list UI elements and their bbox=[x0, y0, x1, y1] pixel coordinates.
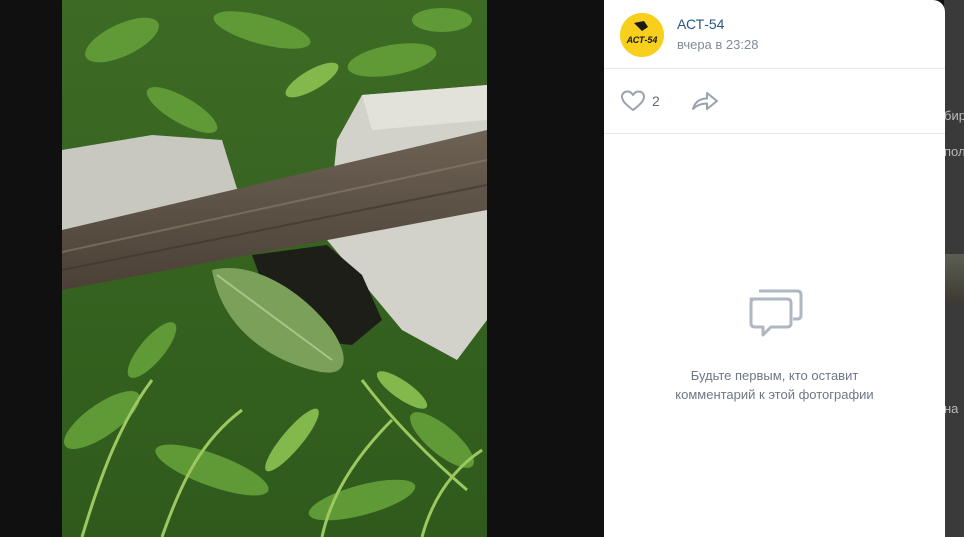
share-button[interactable] bbox=[690, 89, 720, 113]
share-arrow-icon bbox=[692, 92, 718, 110]
background-text: бир bbox=[944, 108, 964, 123]
empty-comments-text: Будьте первым, кто оставит комментарий к… bbox=[604, 366, 945, 404]
empty-comments-line: Будьте первым, кто оставит bbox=[690, 368, 859, 383]
background-thumbnail bbox=[944, 254, 964, 302]
avatar[interactable]: АСТ-54 bbox=[620, 13, 664, 57]
background-text: пол bbox=[944, 144, 964, 159]
post-side-panel: АСТ-54 АСТ-54 вчера в 23:28 2 Будьте пер… bbox=[604, 0, 945, 537]
post-photo[interactable] bbox=[62, 0, 487, 537]
heart-icon bbox=[621, 90, 645, 111]
photo-viewer: бир пол на АСТ-54 АСТ-54 вчера в 23:28 2… bbox=[0, 0, 964, 537]
avatar-text: АСТ-54 bbox=[626, 35, 658, 45]
comments-empty-state: Будьте первым, кто оставит комментарий к… bbox=[604, 285, 945, 404]
avatar-logo-icon: АСТ-54 bbox=[620, 13, 664, 57]
post-actions: 2 bbox=[604, 69, 945, 134]
like-button[interactable]: 2 bbox=[620, 89, 660, 113]
photo-image bbox=[62, 0, 487, 537]
like-count: 2 bbox=[652, 93, 660, 109]
empty-comments-line: комментарий к этой фотографии bbox=[675, 387, 874, 402]
post-header: АСТ-54 АСТ-54 вчера в 23:28 bbox=[604, 0, 945, 69]
background-page: бир пол на bbox=[944, 0, 964, 537]
post-time[interactable]: вчера в 23:28 bbox=[677, 37, 758, 52]
author-name[interactable]: АСТ-54 bbox=[677, 16, 724, 32]
background-text: на bbox=[944, 401, 959, 416]
comments-bubbles-icon bbox=[749, 289, 802, 337]
